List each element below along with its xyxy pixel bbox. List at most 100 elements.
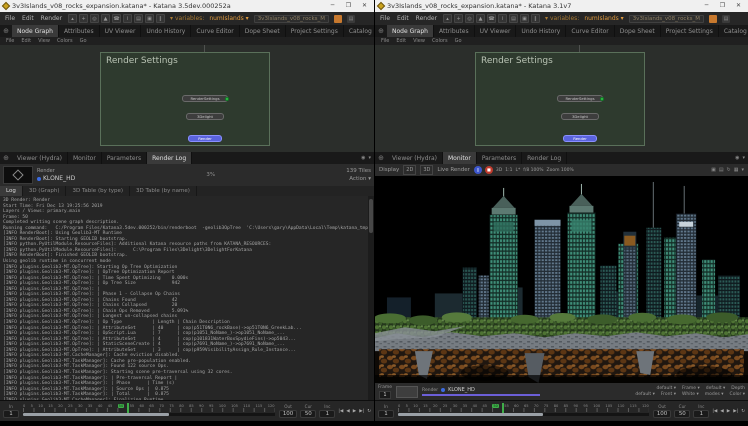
pane-add-icon[interactable]: ⊕ (375, 152, 387, 164)
in-value[interactable]: 1 (378, 410, 394, 418)
live-render-toggle[interactable]: Live Render (437, 167, 470, 173)
pane-tab[interactable]: Curve Editor (566, 25, 614, 37)
monitor-control[interactable]: ∥ (474, 166, 482, 174)
catalog-dropdown[interactable]: Depth (731, 386, 745, 391)
toolbar-icon[interactable]: ▣ (520, 14, 529, 23)
pane-add-icon[interactable]: ⊕ (375, 25, 387, 37)
catalog-dropdown[interactable]: Front ▾ (661, 392, 676, 397)
variables-label[interactable]: ▾ variables: (170, 15, 204, 22)
pane-tab[interactable]: Project Settings (286, 25, 344, 37)
minimize-button[interactable]: ─ (326, 0, 339, 12)
transport-button[interactable]: ▶ (353, 409, 356, 414)
timeline-ruler[interactable]: 0510152025303540455055606570758085909510… (397, 403, 650, 419)
timeline-tickband[interactable] (398, 408, 649, 412)
toolbar-icon[interactable]: ▲ (101, 14, 110, 23)
render-viewport[interactable] (375, 176, 748, 383)
render-log-subtab[interactable]: Log (0, 186, 23, 196)
render-log-output[interactable]: 3D Render: RenderStart Time: Fri Dec 13 … (0, 196, 374, 400)
nodegraph-menu[interactable]: Go (80, 38, 87, 44)
toolbar-icon[interactable]: ▲ (476, 14, 485, 23)
pane-tab[interactable]: Attributes (434, 25, 475, 37)
render-pass-name[interactable]: KLONE_HD (37, 175, 75, 182)
menu-render[interactable]: Render (40, 15, 63, 22)
pane-add-icon[interactable]: ⊕ (0, 152, 12, 164)
render-log-subtab[interactable]: 3D (Graph) (23, 186, 67, 196)
nodegraph-menu[interactable]: Go (455, 38, 462, 44)
toolbar-icon[interactable]: ∥ (531, 14, 540, 23)
nodegraph-menu[interactable]: View (413, 38, 425, 44)
pane-menu-icon[interactable]: ▾ (368, 155, 371, 161)
title-bar[interactable]: 3v3Islands_v08_rocks_expansion.katana* -… (375, 0, 748, 12)
catalog-dropdown[interactable]: default ▾ (706, 386, 726, 391)
monitor-control[interactable]: 1:1 (505, 168, 512, 173)
pane-tab[interactable]: Render Log (522, 152, 567, 164)
inc-value[interactable]: 1 (319, 410, 335, 418)
transport-button[interactable]: |◀ (338, 409, 343, 414)
monitor-icon[interactable]: ↻ (727, 167, 731, 173)
render-thumbnail[interactable] (3, 166, 33, 184)
variables-label[interactable]: ▾ variables: (545, 15, 579, 22)
monitor-control[interactable]: Zoom 100% (547, 168, 574, 173)
recent-file-tab[interactable]: 3v3Islands_v08_rocks_M (254, 15, 329, 23)
timeline-ruler[interactable]: 0510152025303540455055606570758085909510… (22, 403, 276, 419)
minimize-button[interactable]: ─ (700, 0, 713, 12)
inc-value[interactable]: 1 (693, 410, 709, 418)
cur-value[interactable]: 50 (674, 410, 690, 418)
toolbar-icon[interactable]: ◎ (90, 14, 99, 23)
nodegraph-menu[interactable]: Colors (432, 38, 448, 44)
render-log-subtab[interactable]: 3D Table (by type) (66, 186, 130, 196)
pane-tab[interactable]: Node Graph (387, 25, 434, 37)
view-flag-icon[interactable] (225, 97, 229, 101)
menu-file[interactable]: File (379, 15, 391, 22)
monitor-control[interactable]: L* (515, 168, 520, 173)
pane-tab[interactable]: Catalog (719, 25, 748, 37)
frame-slot-value[interactable]: 1 (379, 391, 390, 399)
pane-tab[interactable]: Undo History (141, 25, 191, 37)
menu-edit[interactable]: Edit (21, 15, 35, 22)
maximize-button[interactable]: ❐ (342, 0, 355, 12)
toolbar-icon[interactable]: + (79, 14, 88, 23)
pane-tab[interactable]: Node Graph (12, 25, 59, 37)
pane-tab[interactable]: Render Log (147, 152, 192, 164)
toolbar-icon[interactable]: ▤ (134, 14, 143, 23)
toolbar-icon[interactable]: ☎ (487, 14, 496, 23)
monitor-icon[interactable]: ▣ (711, 167, 716, 173)
pane-add-icon[interactable]: ⊕ (0, 25, 12, 37)
timeline-playhead[interactable] (502, 403, 504, 413)
render-status-icon[interactable] (709, 15, 717, 23)
cur-value[interactable]: 50 (300, 410, 316, 418)
node-graph-viewport[interactable]: Render Settings RenderSettings 3Delight … (375, 45, 748, 152)
transport-button[interactable]: ▶| (733, 409, 738, 414)
timeline-inc-field[interactable]: Inc 1 (693, 404, 709, 418)
transport-button[interactable]: ↻ (741, 409, 745, 414)
nodegraph-menu[interactable]: Edit (396, 38, 406, 44)
title-bar[interactable]: 3v3Islands_v08_rocks_expansion.katana* -… (0, 0, 374, 12)
catalog-dropdown[interactable]: default ▾ (635, 392, 655, 397)
log-scrollbar-thumb[interactable] (369, 199, 373, 233)
transport-button[interactable]: ◀ (720, 409, 723, 414)
maximize-button[interactable]: ❐ (716, 0, 729, 12)
pane-tab[interactable]: UV Viewer (100, 25, 142, 37)
node-rendersettings[interactable]: RenderSettings (182, 95, 228, 102)
menu-edit[interactable]: Edit (396, 15, 410, 22)
action-dropdown[interactable]: Action ▾ (349, 176, 371, 182)
monitor-icon[interactable]: ▦ (734, 167, 739, 173)
pane-tab[interactable]: Catalog (344, 25, 374, 37)
recent-file-tab[interactable]: 3v3Islands_v08_rocks_M (629, 15, 704, 23)
variables-value-dropdown[interactable]: numIslands ▾ (584, 15, 623, 22)
node-render[interactable]: Render (188, 135, 222, 142)
pane-tab[interactable]: Dope Sheet (615, 25, 661, 37)
toolbar-icon[interactable]: ∥ (156, 14, 165, 23)
monitor-control[interactable]: f/8 100% (523, 168, 543, 173)
close-button[interactable]: ✕ (732, 0, 745, 12)
toolbar-icon[interactable]: ▤ (509, 14, 518, 23)
node-3delight[interactable]: 3Delight (561, 113, 599, 120)
pane-tab[interactable]: Attributes (59, 25, 100, 37)
catalog-dropdown[interactable]: Frame ▾ (682, 386, 700, 391)
render-status-icon[interactable] (334, 15, 342, 23)
pane-menu-icon[interactable]: ▾ (742, 155, 745, 161)
timeline-scrollbar-thumb[interactable] (398, 413, 543, 416)
variables-value-dropdown[interactable]: numIslands ▾ (209, 15, 248, 22)
catalog-frame-field[interactable]: Frame 1 (378, 385, 392, 399)
pane-tab[interactable]: UV Viewer (475, 25, 517, 37)
